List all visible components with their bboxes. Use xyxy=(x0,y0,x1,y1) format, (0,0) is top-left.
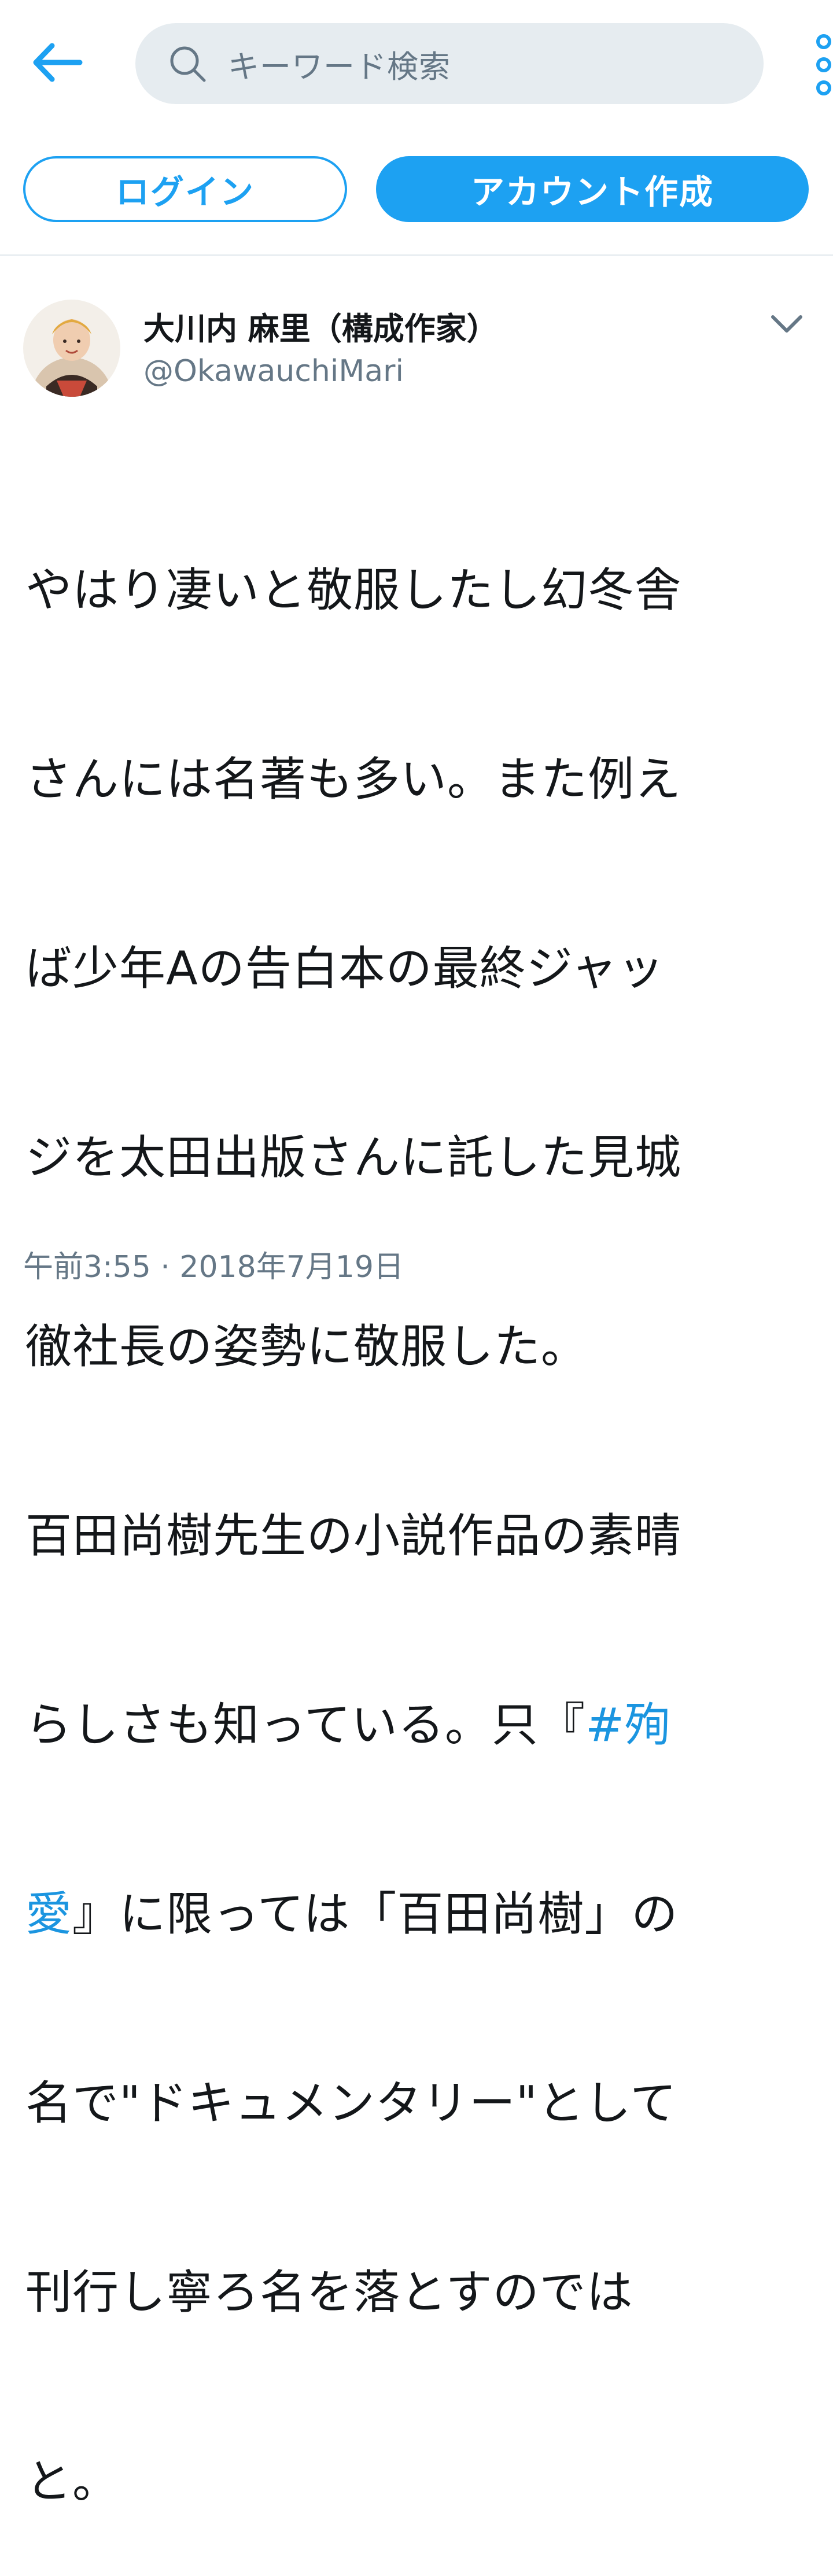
tweet-menu-button[interactable] xyxy=(764,307,810,341)
avatar-photo xyxy=(23,300,120,397)
tweet-line: 刊行し寧ろ名を落とすのでは xyxy=(25,2265,633,2319)
tweet-line: らしさも知っている。只『#殉 xyxy=(25,1693,812,1756)
auth-buttons: ログイン アカウント作成 xyxy=(0,152,833,227)
search-input[interactable]: キーワード検索 xyxy=(135,23,764,104)
back-button[interactable] xyxy=(25,35,89,93)
avatar[interactable] xyxy=(23,300,120,397)
more-vertical-icon xyxy=(803,34,833,103)
login-button[interactable]: ログイン xyxy=(23,156,347,222)
tweet-line: ば少年Aの告白本の最終ジャッ xyxy=(25,942,665,995)
more-options-button[interactable] xyxy=(803,31,833,101)
tweet-timestamp[interactable]: 午前3:55 · 2018年7月19日 xyxy=(23,1242,404,1286)
top-bar: キーワード検索 xyxy=(0,0,833,127)
search-icon xyxy=(165,42,209,86)
tweet-line: 徹社長の姿勢に敬服した。 xyxy=(25,1320,588,1374)
chevron-down-icon xyxy=(764,315,810,344)
tweet-line: 愛』に限っては「百田尚樹」の xyxy=(25,1883,812,1946)
tweet-line: 百田尚樹先生の小説作品の素晴 xyxy=(25,1509,681,1563)
search-placeholder: キーワード検索 xyxy=(228,48,451,85)
author-display-name[interactable]: 大川内 麻里（構成作家） xyxy=(143,303,498,349)
arrow-left-icon xyxy=(31,42,83,85)
tweet-line: 名で"ドキュメンタリー"として xyxy=(25,2076,677,2130)
hashtag-link-continued[interactable]: 愛 xyxy=(25,1887,72,1941)
hashtag-link[interactable]: #殉 xyxy=(585,1698,672,1752)
author-handle[interactable]: @OkawauchiMari xyxy=(143,354,404,389)
tweet-line: と。 xyxy=(25,2455,119,2508)
tweet-line: さんには名著も多い。また例え xyxy=(25,752,681,806)
divider xyxy=(0,254,833,256)
signup-button[interactable]: アカウント作成 xyxy=(376,156,809,222)
tweet-text-segment: らしさも知っている。只『 xyxy=(25,1698,585,1752)
tweet-text: やはり凄いと敬服したし幻冬舎 さんには名著も多い。また例え ば少年Aの告白本の最… xyxy=(25,433,812,2576)
tweet-text-segment: 』に限っては「百田尚樹」の xyxy=(72,1887,679,1941)
tweet-line: やはり凄いと敬服したし幻冬舎 xyxy=(25,563,681,617)
tweet-line: ジを太田出版さんに託した見城 xyxy=(25,1131,681,1184)
